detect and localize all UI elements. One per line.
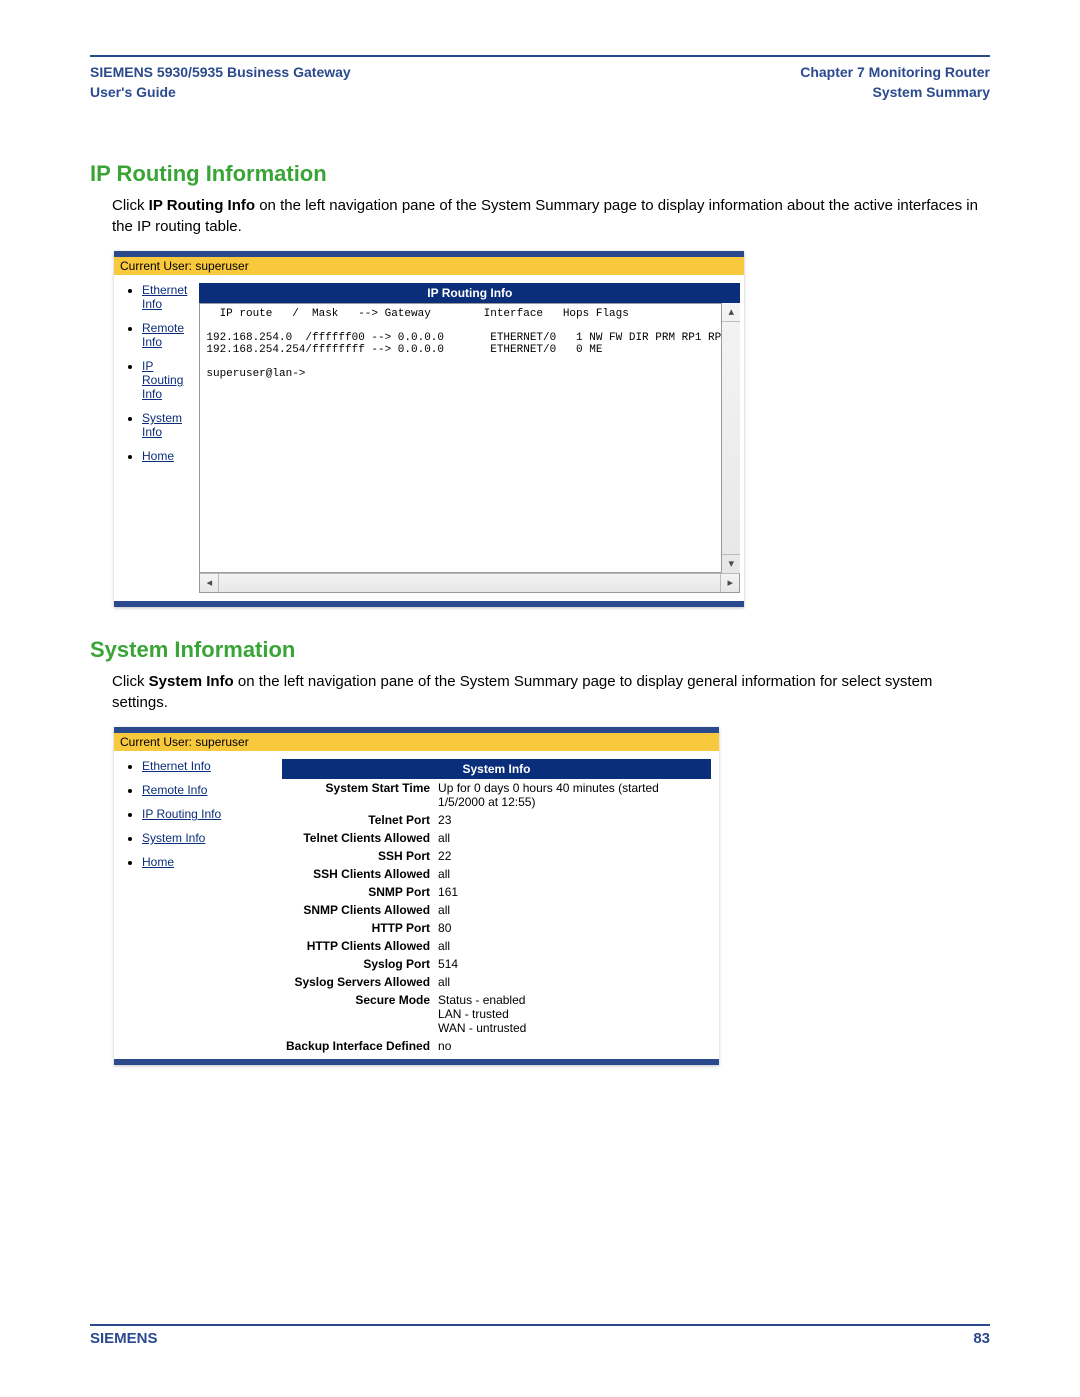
row-value: 80 bbox=[434, 919, 711, 937]
ip-routing-console[interactable]: IP route / Mask --> Gateway Interface Ho… bbox=[199, 303, 740, 573]
scroll-right-icon[interactable]: ▸ bbox=[720, 574, 739, 592]
footer-page-number: 83 bbox=[973, 1330, 990, 1347]
userbar: Current User: superuser bbox=[114, 733, 719, 751]
row-key: Telnet Port bbox=[282, 811, 434, 829]
table-row: Telnet Port23 bbox=[282, 811, 711, 829]
nav-item-ip-routing-info[interactable]: IP Routing Info bbox=[142, 359, 187, 401]
table-row: HTTP Clients Allowedall bbox=[282, 937, 711, 955]
row-key: SSH Clients Allowed bbox=[282, 865, 434, 883]
header-right-line1: Chapter 7 Monitoring Router bbox=[800, 63, 990, 83]
row-value: all bbox=[434, 865, 711, 883]
row-value: all bbox=[434, 829, 711, 847]
row-value: 22 bbox=[434, 847, 711, 865]
ip-routing-panel: Current User: superuser Ethernet Info Re… bbox=[114, 251, 744, 607]
page-header: SIEMENS 5930/5935 Business Gateway User'… bbox=[90, 57, 990, 108]
row-key: System Start Time bbox=[282, 779, 434, 811]
section-title-ip-routing: IP Routing Information bbox=[90, 161, 990, 187]
row-value: all bbox=[434, 937, 711, 955]
header-right-line2: System Summary bbox=[800, 83, 990, 103]
table-row: SSH Port22 bbox=[282, 847, 711, 865]
table-row: Syslog Servers Allowedall bbox=[282, 973, 711, 991]
section-title-system-info: System Information bbox=[90, 637, 990, 663]
horizontal-scrollbar[interactable]: ◂ ▸ bbox=[199, 573, 740, 593]
header-left-line1: SIEMENS 5930/5935 Business Gateway bbox=[90, 63, 351, 83]
table-row: Backup Interface Definedno bbox=[282, 1037, 711, 1055]
nav-item-ethernet-info[interactable]: Ethernet Info bbox=[142, 759, 270, 773]
nav-item-system-info[interactable]: System Info bbox=[142, 831, 270, 845]
nav-item-home[interactable]: Home bbox=[142, 449, 187, 463]
panel-title-ip-routing: IP Routing Info bbox=[199, 283, 740, 303]
panel-nav: Ethernet Info Remote Info IP Routing Inf… bbox=[114, 751, 274, 1059]
table-row: Syslog Port514 bbox=[282, 955, 711, 973]
row-value: 161 bbox=[434, 883, 711, 901]
table-row: SSH Clients Allowedall bbox=[282, 865, 711, 883]
row-key: Telnet Clients Allowed bbox=[282, 829, 434, 847]
row-key: SSH Port bbox=[282, 847, 434, 865]
panel-title-system-info: System Info bbox=[282, 759, 711, 779]
row-key: Syslog Port bbox=[282, 955, 434, 973]
row-key: SNMP Port bbox=[282, 883, 434, 901]
row-value: all bbox=[434, 901, 711, 919]
table-row: Telnet Clients Allowedall bbox=[282, 829, 711, 847]
nav-item-ethernet-info[interactable]: Ethernet Info bbox=[142, 283, 187, 311]
nav-item-home[interactable]: Home bbox=[142, 855, 270, 869]
row-value: all bbox=[434, 973, 711, 991]
row-value: no bbox=[434, 1037, 711, 1055]
row-key: HTTP Port bbox=[282, 919, 434, 937]
section1-intro: Click IP Routing Info on the left naviga… bbox=[112, 195, 990, 237]
table-row: SNMP Port161 bbox=[282, 883, 711, 901]
row-value: 514 bbox=[434, 955, 711, 973]
row-key: Backup Interface Defined bbox=[282, 1037, 434, 1055]
row-key: Syslog Servers Allowed bbox=[282, 973, 434, 991]
table-row: Secure ModeStatus - enabled LAN - truste… bbox=[282, 991, 711, 1037]
row-key: Secure Mode bbox=[282, 991, 434, 1037]
table-row: HTTP Port80 bbox=[282, 919, 711, 937]
row-value: Up for 0 days 0 hours 40 minutes (starte… bbox=[434, 779, 711, 811]
nav-item-remote-info[interactable]: Remote Info bbox=[142, 321, 187, 349]
row-key: HTTP Clients Allowed bbox=[282, 937, 434, 955]
system-info-panel: Current User: superuser Ethernet Info Re… bbox=[114, 727, 719, 1065]
table-row: SNMP Clients Allowedall bbox=[282, 901, 711, 919]
row-key: SNMP Clients Allowed bbox=[282, 901, 434, 919]
scroll-down-icon[interactable]: ▾ bbox=[722, 554, 740, 573]
table-row: System Start TimeUp for 0 days 0 hours 4… bbox=[282, 779, 711, 811]
footer-brand: SIEMENS bbox=[90, 1330, 158, 1347]
nav-item-ip-routing-info[interactable]: IP Routing Info bbox=[142, 807, 270, 821]
row-value: 23 bbox=[434, 811, 711, 829]
nav-item-system-info[interactable]: System Info bbox=[142, 411, 187, 439]
scroll-left-icon[interactable]: ◂ bbox=[200, 574, 219, 592]
userbar: Current User: superuser bbox=[114, 257, 744, 275]
system-info-table: System Start TimeUp for 0 days 0 hours 4… bbox=[282, 779, 711, 1055]
panel-nav: Ethernet Info Remote Info IP Routing Inf… bbox=[114, 275, 191, 601]
vertical-scrollbar[interactable]: ▴ ▾ bbox=[721, 303, 740, 573]
section2-intro: Click System Info on the left navigation… bbox=[112, 671, 990, 713]
nav-item-remote-info[interactable]: Remote Info bbox=[142, 783, 270, 797]
row-value: Status - enabled LAN - trusted WAN - unt… bbox=[434, 991, 711, 1037]
scroll-up-icon[interactable]: ▴ bbox=[722, 303, 740, 322]
header-left-line2: User's Guide bbox=[90, 83, 351, 103]
